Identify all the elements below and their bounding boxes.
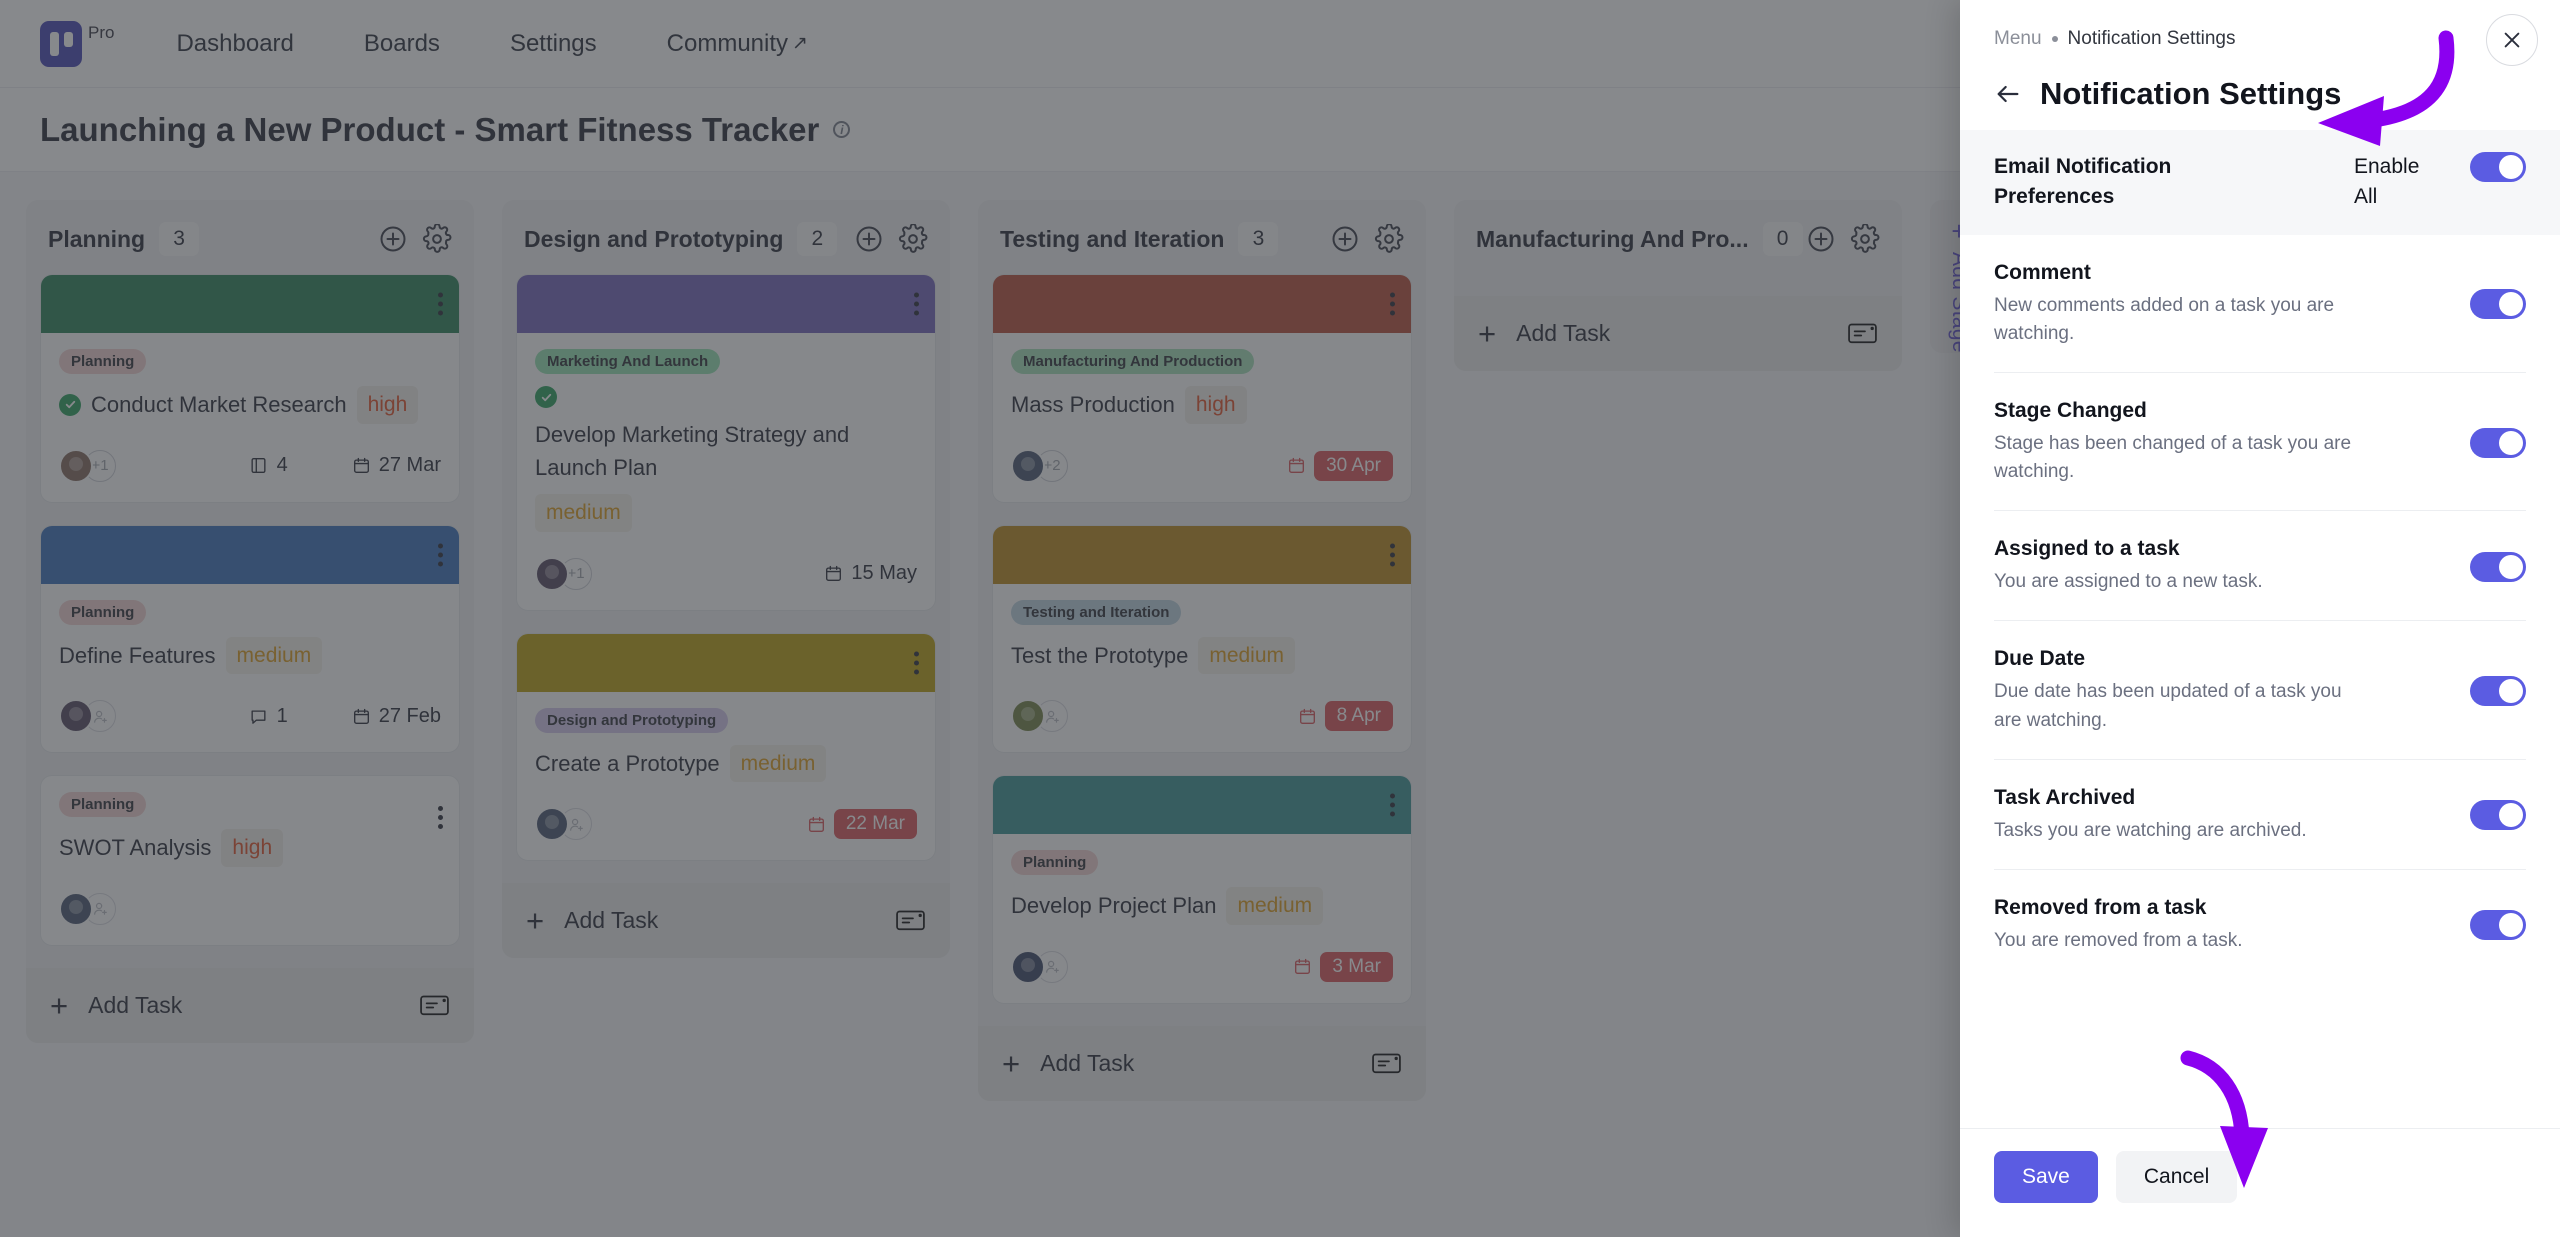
preference-description: Stage has been changed of a task you are…	[1994, 433, 2352, 483]
preference-text: Task Archived Tasks you are watching are…	[1994, 786, 2452, 845]
preference-description: Tasks you are watching are archived.	[1994, 819, 2307, 841]
panel-title: Notification Settings	[2040, 76, 2342, 111]
notification-preference-row: Removed from a task You are removed from…	[1994, 870, 2526, 979]
preference-toggle[interactable]	[2470, 800, 2526, 831]
preference-name: Comment	[1994, 260, 2091, 284]
notification-settings-panel: Menu Notification Settings Notification …	[1960, 0, 2560, 1237]
preference-text: Due Date Due date has been updated of a …	[1994, 647, 2452, 734]
notification-preference-row: Task Archived Tasks you are watching are…	[1994, 760, 2526, 870]
breadcrumb-menu[interactable]: Menu	[1994, 28, 2042, 50]
email-preferences-header: Email Notification Preferences Enable Al…	[1960, 130, 2560, 235]
toggle-knob	[2499, 679, 2523, 704]
toggle-knob	[2499, 292, 2523, 317]
preference-toggle[interactable]	[2470, 910, 2526, 941]
preference-toggle[interactable]	[2470, 289, 2526, 320]
panel-scroll-area[interactable]: Email Notification Preferences Enable Al…	[1960, 130, 2560, 1128]
save-button[interactable]: Save	[1994, 1151, 2098, 1203]
preference-text: Removed from a task You are removed from…	[1994, 896, 2452, 955]
preference-toggle[interactable]	[2470, 551, 2526, 582]
preference-description: Due date has been updated of a task you …	[1994, 681, 2342, 731]
toggle-knob	[2499, 430, 2523, 455]
app-root: Pro Dashboard Boards Settings Community …	[0, 0, 2560, 1237]
enable-all-toggle[interactable]	[2470, 152, 2526, 182]
toggle-knob	[2499, 554, 2523, 579]
preference-description: You are assigned to a new task.	[1994, 571, 2263, 593]
preference-name: Assigned to a task	[1994, 537, 2180, 561]
panel-title-row: Notification Settings	[1994, 76, 2526, 112]
notification-preference-row: Stage Changed Stage has been changed of …	[1994, 373, 2526, 512]
toggle-knob	[2499, 803, 2523, 828]
notification-preference-row: Due Date Due date has been updated of a …	[1994, 621, 2526, 760]
arrow-left-icon[interactable]	[1994, 80, 2022, 108]
email-preferences-title: Email Notification Preferences	[1994, 155, 2172, 209]
preference-text: Comment New comments added on a task you…	[1994, 261, 2452, 348]
breadcrumb-separator-icon	[2051, 36, 2058, 42]
panel-footer: Save Cancel	[1960, 1128, 2560, 1237]
notification-preferences-list: Comment New comments added on a task you…	[1960, 235, 2560, 979]
preference-description: New comments added on a task you are wat…	[1994, 294, 2335, 344]
enable-all-label: Enable All	[2354, 155, 2420, 209]
preference-text: Stage Changed Stage has been changed of …	[1994, 399, 2452, 486]
breadcrumb: Menu Notification Settings	[1994, 28, 2526, 50]
close-icon[interactable]	[2486, 14, 2538, 66]
panel-header: Menu Notification Settings Notification …	[1960, 0, 2560, 112]
preference-description: You are removed from a task.	[1994, 929, 2243, 951]
breadcrumb-current: Notification Settings	[2067, 28, 2236, 49]
preference-name: Task Archived	[1994, 785, 2136, 809]
notification-preference-row: Comment New comments added on a task you…	[1994, 235, 2526, 374]
preference-toggle[interactable]	[2470, 676, 2526, 707]
cancel-button[interactable]: Cancel	[2115, 1151, 2238, 1203]
preference-name: Due Date	[1994, 647, 2086, 671]
notification-preference-row: Assigned to a task You are assigned to a…	[1994, 511, 2526, 622]
toggle-knob	[2499, 155, 2523, 179]
preference-toggle[interactable]	[2470, 427, 2526, 458]
preference-text: Assigned to a task You are assigned to a…	[1994, 537, 2452, 596]
preference-name: Stage Changed	[1994, 399, 2147, 423]
enable-all-control: Enable All	[2354, 152, 2526, 213]
preference-name: Removed from a task	[1994, 895, 2207, 919]
toggle-knob	[2499, 913, 2523, 938]
